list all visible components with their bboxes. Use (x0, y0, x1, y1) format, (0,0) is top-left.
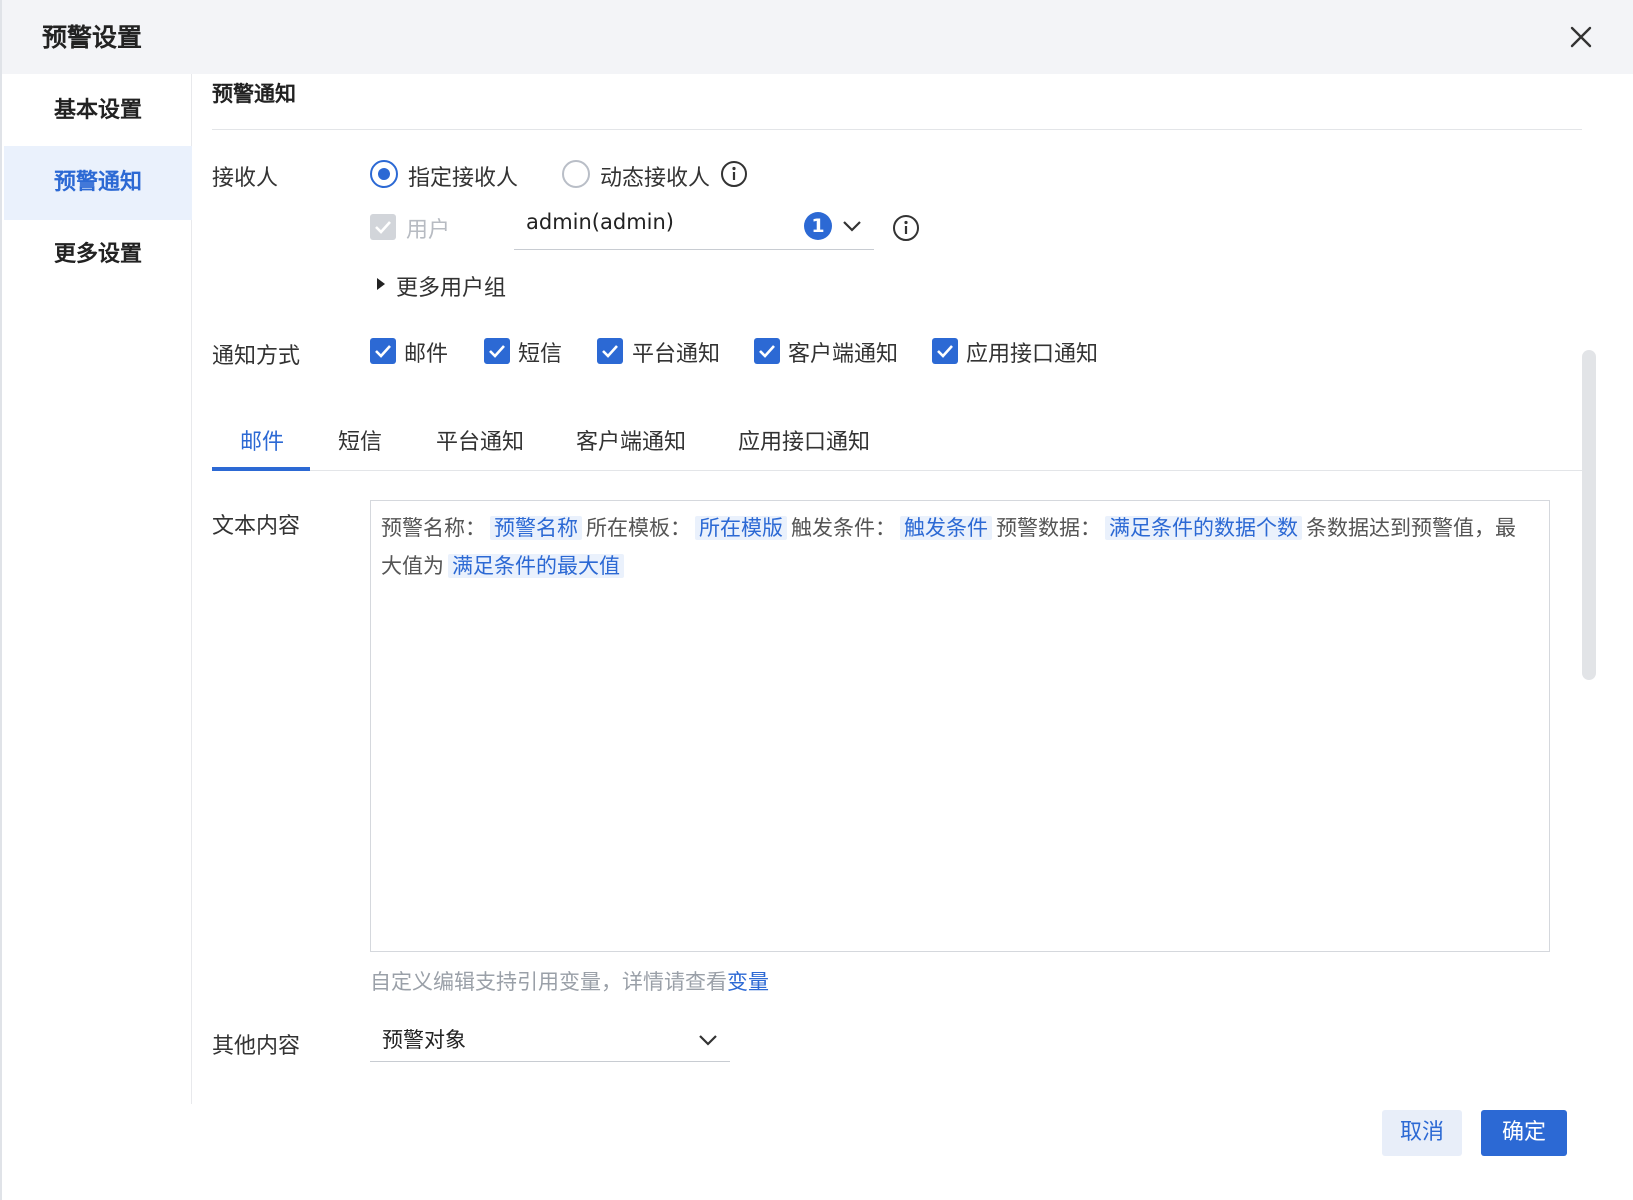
notify-client-label: 客户端通知 (788, 342, 899, 367)
variable-token[interactable]: 预警名称 (490, 516, 582, 540)
cancel-button[interactable]: 取消 (1382, 1110, 1462, 1156)
variable-token[interactable]: 满足条件的最大值 (448, 554, 624, 578)
chevron-down-icon (696, 1028, 720, 1056)
notify-api-label: 应用接口通知 (966, 342, 1099, 367)
editor-static-text: 预警名称： (381, 516, 486, 540)
user-select[interactable]: admin(admin) 1 (514, 204, 874, 250)
sidebar-item-alert-notify[interactable]: 预警通知 (4, 146, 192, 220)
receiver-label: 接收人 (212, 166, 279, 191)
sidebar-item-more[interactable]: 更多设置 (4, 218, 192, 292)
user-checkbox[interactable] (370, 214, 396, 240)
editor-hint: 自定义编辑支持引用变量，详情请查看变量 (370, 966, 769, 996)
main-content: 预警通知 接收人 指定接收人 动态接收人 用户 admin(admin) 1 更… (192, 74, 1612, 1104)
text-content-editor[interactable]: 预警名称： 预警名称 所在模板： 所在模版 触发条件： 触发条件 预警数据： 满足条件的数据个… (370, 500, 1550, 952)
info-icon[interactable] (892, 214, 920, 242)
variable-token[interactable]: 所在模版 (695, 516, 787, 540)
notify-sms-label: 短信 (518, 342, 563, 367)
close-icon[interactable] (1564, 20, 1598, 54)
user-select-value: admin(admin) (526, 210, 674, 234)
caret-right-icon (374, 274, 388, 298)
sidebar: 基本设置 预警通知 更多设置 (2, 74, 192, 1104)
dialog-title: 预警设置 (42, 23, 143, 52)
variables-link[interactable]: 变量 (727, 970, 769, 994)
confirm-button[interactable]: 确定 (1481, 1110, 1567, 1156)
variable-token[interactable]: 触发条件 (900, 516, 992, 540)
notify-platform-label: 平台通知 (632, 342, 721, 367)
other-content-select[interactable]: 预警对象 (370, 1018, 730, 1062)
sidebar-item-basic[interactable]: 基本设置 (4, 74, 192, 148)
editor-static-text: 所在模板： (586, 516, 691, 540)
tab-sms[interactable]: 短信 (338, 424, 382, 456)
vertical-scrollbar[interactable] (1582, 350, 1596, 680)
radio-dynamic-label: 动态接收人 (600, 166, 711, 191)
tab-email[interactable]: 邮件 (240, 424, 284, 456)
tab-api[interactable]: 应用接口通知 (738, 424, 870, 456)
tab-platform[interactable]: 平台通知 (436, 424, 524, 456)
tab-active-indicator (212, 467, 310, 471)
editor-text: 预警名称： 预警名称 所在模板： 所在模版 触发条件： 触发条件 预警数据： 满足条件的数据个… (381, 509, 1531, 585)
notify-checkbox-api[interactable] (932, 338, 958, 364)
radio-dynamic-receiver[interactable] (562, 160, 590, 188)
more-user-groups-toggle[interactable]: 更多用户组 (374, 270, 674, 302)
radio-specified-receiver[interactable] (370, 160, 398, 188)
hint-text: 自定义编辑支持引用变量，详情请查看 (370, 970, 727, 994)
notify-checkbox-client[interactable] (754, 338, 780, 364)
other-content-value: 预警对象 (382, 1028, 466, 1052)
notify-method-label: 通知方式 (212, 344, 301, 369)
alert-settings-dialog: 预警设置 基本设置 预警通知 更多设置 预警通知 接收人 指定接收人 动态接收人… (0, 0, 1633, 1200)
tabs-divider (212, 470, 1582, 471)
variable-token[interactable]: 满足条件的数据个数 (1105, 516, 1302, 540)
notify-email-label: 邮件 (404, 342, 449, 367)
notify-checkbox-email[interactable] (370, 338, 396, 364)
notify-checkbox-platform[interactable] (597, 338, 623, 364)
user-checkbox-label: 用户 (406, 218, 451, 243)
chevron-down-icon (840, 214, 864, 242)
tab-client[interactable]: 客户端通知 (576, 424, 686, 456)
user-count-badge: 1 (804, 212, 832, 240)
editor-static-text: 触发条件： (791, 516, 896, 540)
section-title: 预警通知 (212, 82, 296, 106)
radio-specified-label: 指定接收人 (408, 166, 519, 191)
more-user-groups-label: 更多用户组 (396, 276, 507, 301)
editor-static-text: 预警数据： (996, 516, 1101, 540)
dialog-header: 预警设置 (2, 0, 1633, 74)
section-divider (212, 129, 1582, 130)
other-content-label: 其他内容 (212, 1034, 301, 1059)
text-content-label: 文本内容 (212, 514, 301, 539)
notify-checkbox-sms[interactable] (484, 338, 510, 364)
info-icon[interactable] (720, 160, 748, 188)
